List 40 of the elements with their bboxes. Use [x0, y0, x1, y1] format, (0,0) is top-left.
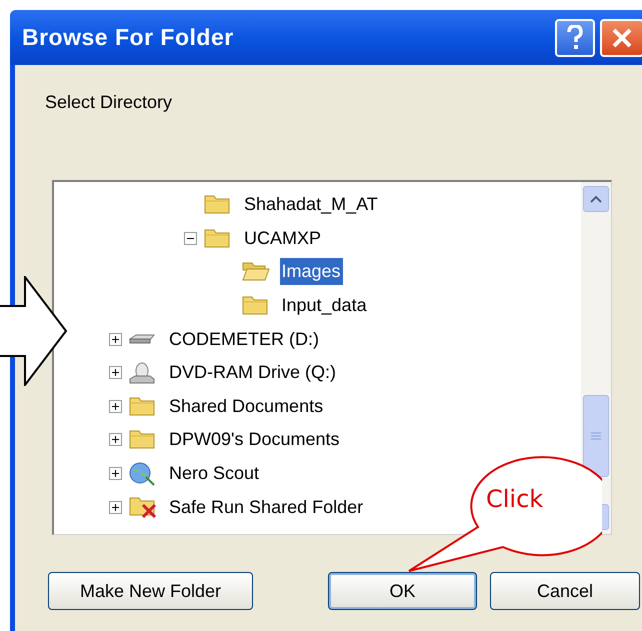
grip-icon: [591, 432, 601, 440]
expand-icon[interactable]: [109, 500, 122, 514]
globe-icon: [129, 462, 155, 486]
tree-item[interactable]: UCAMXP: [242, 224, 324, 252]
shared-folder-icon: [129, 496, 156, 518]
prompt-text: Select Directory: [45, 91, 172, 114]
folder-icon: [204, 195, 230, 214]
expand-icon[interactable]: [109, 366, 122, 380]
folder-icon: [129, 396, 155, 416]
tree-item[interactable]: Shared Documents: [167, 392, 326, 420]
disc-drive-icon: [129, 362, 155, 384]
window-title: Browse For Folder: [22, 23, 234, 52]
drive-icon: [129, 334, 155, 344]
expand-icon[interactable]: [109, 400, 122, 413]
close-button[interactable]: [600, 19, 642, 57]
folder-icon: [242, 296, 268, 316]
help-button[interactable]: [555, 19, 595, 57]
dialog-button[interactable]: OK: [328, 572, 477, 610]
callout-text: Click: [486, 484, 544, 515]
tree-item[interactable]: Images: [280, 258, 343, 286]
expand-icon[interactable]: [109, 433, 122, 446]
scroll-thumb[interactable]: [583, 395, 609, 477]
tree-item[interactable]: DVD-RAM Drive (Q:): [167, 359, 338, 386]
tree-item[interactable]: Nero Scout: [167, 460, 262, 488]
expand-icon[interactable]: [109, 332, 122, 346]
folder-icon: [129, 430, 155, 450]
dialog-button[interactable]: Cancel: [490, 572, 640, 610]
tree-item[interactable]: Shahadat_M_AT: [242, 191, 380, 218]
dialog-button[interactable]: Make New Folder: [48, 572, 253, 610]
help-icon: [566, 25, 584, 51]
open-folder-icon: [242, 262, 270, 282]
tree-item[interactable]: Input_data: [280, 292, 369, 320]
tree-item[interactable]: DPW09's Documents: [167, 426, 342, 454]
folder-icon: [204, 228, 230, 248]
expand-icon[interactable]: [109, 467, 122, 480]
scroll-up-button[interactable]: [583, 186, 609, 212]
tree-item[interactable]: Safe Run Shared Folder: [167, 494, 366, 521]
collapse-icon[interactable]: [184, 232, 197, 245]
tree-item[interactable]: CODEMETER (D:): [167, 326, 321, 353]
close-icon: [611, 27, 633, 49]
